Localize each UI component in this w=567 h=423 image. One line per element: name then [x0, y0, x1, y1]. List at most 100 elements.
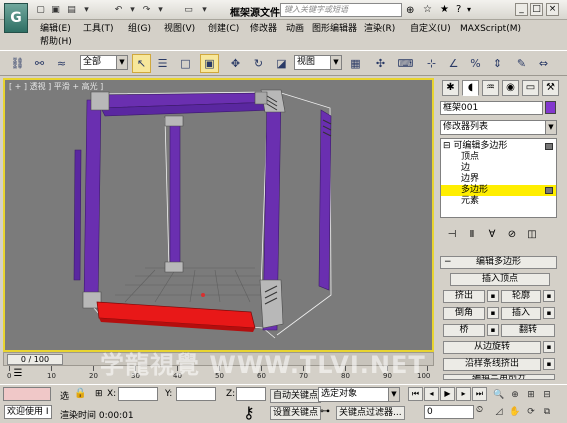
unlink-icon[interactable]: ⚯	[30, 54, 49, 73]
menu-views[interactable]: 视图(V)	[164, 22, 195, 36]
orbit-icon[interactable]: ⟳	[524, 405, 538, 419]
set-key-button[interactable]: 设置关键点	[270, 406, 322, 420]
favorites-icon[interactable]: ★	[440, 4, 449, 15]
menu-graph-editors[interactable]: 图形编辑器	[312, 22, 357, 36]
quick-access-dropdown-icon[interactable]: ▾	[198, 4, 211, 16]
pin-stack-icon[interactable]: ⊣	[444, 228, 460, 242]
bridge-settings-button[interactable]: ▪	[487, 324, 499, 336]
next-frame-button[interactable]: ▸	[456, 387, 471, 401]
absolute-mode-icon[interactable]: ⊞	[95, 389, 103, 399]
keyboard-shortcut-icon[interactable]: ⌨	[396, 54, 415, 73]
bridge-button[interactable]: 桥	[443, 324, 485, 337]
zoom-extents-icon[interactable]: ⊞	[524, 388, 538, 402]
current-frame-field[interactable]: 0	[424, 405, 474, 419]
object-name-field[interactable]: 框架001	[440, 101, 543, 115]
selection-filter-dropdown[interactable]: 全部 ▼	[80, 55, 128, 70]
redo-icon[interactable]: ↷	[140, 4, 153, 16]
inset-button[interactable]: 插入	[501, 307, 541, 320]
pivot-center-icon[interactable]: ▦	[346, 54, 365, 73]
zoom-extents-all-icon[interactable]: ⊟	[540, 388, 554, 402]
stack-item-vertex[interactable]: 顶点	[441, 152, 556, 163]
comm-center-icon[interactable]: ☆	[423, 4, 432, 15]
perspective-viewport[interactable]: [ + ] 透视 ] 平滑 + 高光 ]	[3, 78, 434, 352]
window-crossing-icon[interactable]: ▣	[200, 54, 219, 73]
insert-vertex-button[interactable]: 插入顶点	[450, 273, 550, 286]
configure-sets-icon[interactable]: ◫	[524, 228, 540, 242]
object-color-swatch[interactable]	[545, 101, 556, 114]
stack-item-polygon[interactable]: 多边形	[441, 185, 556, 196]
new-file-icon[interactable]: ▢	[34, 4, 47, 16]
menu-tools[interactable]: 工具(T)	[83, 22, 114, 36]
previous-frame-button[interactable]: ◂	[424, 387, 439, 401]
save-dropdown-icon[interactable]: ▾	[80, 4, 93, 16]
bevel-settings-button[interactable]: ▪	[487, 307, 499, 319]
bevel-button[interactable]: 倒角	[443, 307, 485, 320]
undo-dropdown-icon[interactable]: ▾	[126, 4, 139, 16]
close-button[interactable]: ×	[546, 3, 559, 16]
time-slider-thumb[interactable]: 0 / 100	[7, 354, 63, 365]
key-mode-icon[interactable]: ⊶	[320, 406, 330, 417]
extrude-button[interactable]: 挤出	[443, 290, 485, 303]
snaps-toggle-icon[interactable]: ⊹	[422, 54, 441, 73]
rollout-header[interactable]: − 编辑多边形	[440, 256, 557, 269]
stack-item-edge[interactable]: 边	[441, 163, 556, 174]
z-coordinate-field[interactable]	[236, 387, 266, 401]
show-end-result-icon[interactable]: Ⅱ	[464, 228, 480, 242]
minimize-button[interactable]: _	[515, 3, 528, 16]
go-to-end-button[interactable]: ⏭	[472, 387, 487, 401]
select-move-icon[interactable]: ✥	[226, 54, 245, 73]
lock-icon[interactable]: 🔒	[74, 388, 86, 399]
menu-customize[interactable]: 自定义(U)	[410, 22, 451, 36]
collapse-icon[interactable]: ⊟	[443, 141, 451, 151]
selected-object-dropdown[interactable]: 选定对象 ▼	[318, 387, 400, 402]
edit-triangulation-button[interactable]: 编辑三角剖分	[443, 374, 555, 380]
zoom-icon[interactable]: 🔍	[492, 388, 506, 402]
inset-settings-button[interactable]: ▪	[543, 307, 555, 319]
hinge-from-edge-button[interactable]: 从边旋转	[443, 341, 541, 354]
play-button[interactable]: ▶	[440, 387, 455, 401]
redo-dropdown-icon[interactable]: ▾	[154, 4, 167, 16]
menu-create[interactable]: 创建(C)	[208, 22, 239, 36]
remove-modifier-icon[interactable]: ⊘	[504, 228, 520, 242]
stack-item-element[interactable]: 元素	[441, 196, 556, 207]
maxscript-listener[interactable]	[3, 387, 51, 401]
maximize-button[interactable]: □	[530, 3, 543, 16]
motion-tab-icon[interactable]: ◉	[502, 80, 519, 96]
stack-item-editable-poly[interactable]: ⊟ 可编辑多边形	[441, 141, 556, 152]
stack-item-border[interactable]: 边界	[441, 174, 556, 185]
key-icon[interactable]: ⚷	[243, 403, 255, 422]
key-filters-button[interactable]: 关键点过滤器...	[336, 406, 405, 420]
rectangular-selection-icon[interactable]: □	[176, 54, 195, 73]
select-link-icon[interactable]: ⛓	[8, 54, 27, 73]
spline-settings-button[interactable]: ▪	[543, 358, 555, 370]
extrude-along-spline-button[interactable]: 沿样条线挤出	[443, 358, 541, 371]
search-input[interactable]: 键入关键字或短语	[280, 3, 402, 17]
pan-icon[interactable]: ✋	[508, 405, 522, 419]
menu-animation[interactable]: 动画	[286, 22, 304, 36]
auto-key-button[interactable]: 自动关键点	[270, 389, 322, 403]
modifier-list-dropdown[interactable]: 修改器列表 ▼	[440, 120, 557, 135]
extrude-settings-button[interactable]: ▪	[487, 290, 499, 302]
named-selection-icon[interactable]: ✎	[512, 54, 531, 73]
menu-edit[interactable]: 编辑(E)	[40, 22, 71, 36]
help-dropdown-icon[interactable]: ▾	[467, 5, 471, 14]
mini-curve-editor-icon[interactable]: ☰	[10, 368, 26, 382]
angle-snap-icon[interactable]: ∠	[444, 54, 463, 73]
hinge-settings-button[interactable]: ▪	[543, 341, 555, 353]
menu-help[interactable]: 帮助(H)	[40, 35, 72, 49]
menu-rendering[interactable]: 渲染(R)	[364, 22, 395, 36]
field-of-view-icon[interactable]: ◿	[492, 405, 506, 419]
time-config-icon[interactable]: ⏲	[476, 405, 483, 415]
menu-maxscript[interactable]: MAXScript(M)	[460, 22, 521, 36]
utilities-tab-icon[interactable]: ⚒	[542, 80, 559, 96]
help-icon[interactable]: ?	[456, 4, 461, 15]
maximize-viewport-icon[interactable]: ⧉	[540, 405, 554, 419]
y-coordinate-field[interactable]	[176, 387, 216, 401]
go-to-start-button[interactable]: ⏮	[408, 387, 423, 401]
zoom-all-icon[interactable]: ⊕	[508, 388, 522, 402]
create-tab-icon[interactable]: ✱	[442, 80, 459, 96]
percent-snap-icon[interactable]: %	[466, 54, 485, 73]
outline-button[interactable]: 轮廓	[501, 290, 541, 303]
reference-coordinate-dropdown[interactable]: 视图 ▼	[294, 55, 342, 70]
flip-button[interactable]: 翻转	[501, 324, 555, 337]
